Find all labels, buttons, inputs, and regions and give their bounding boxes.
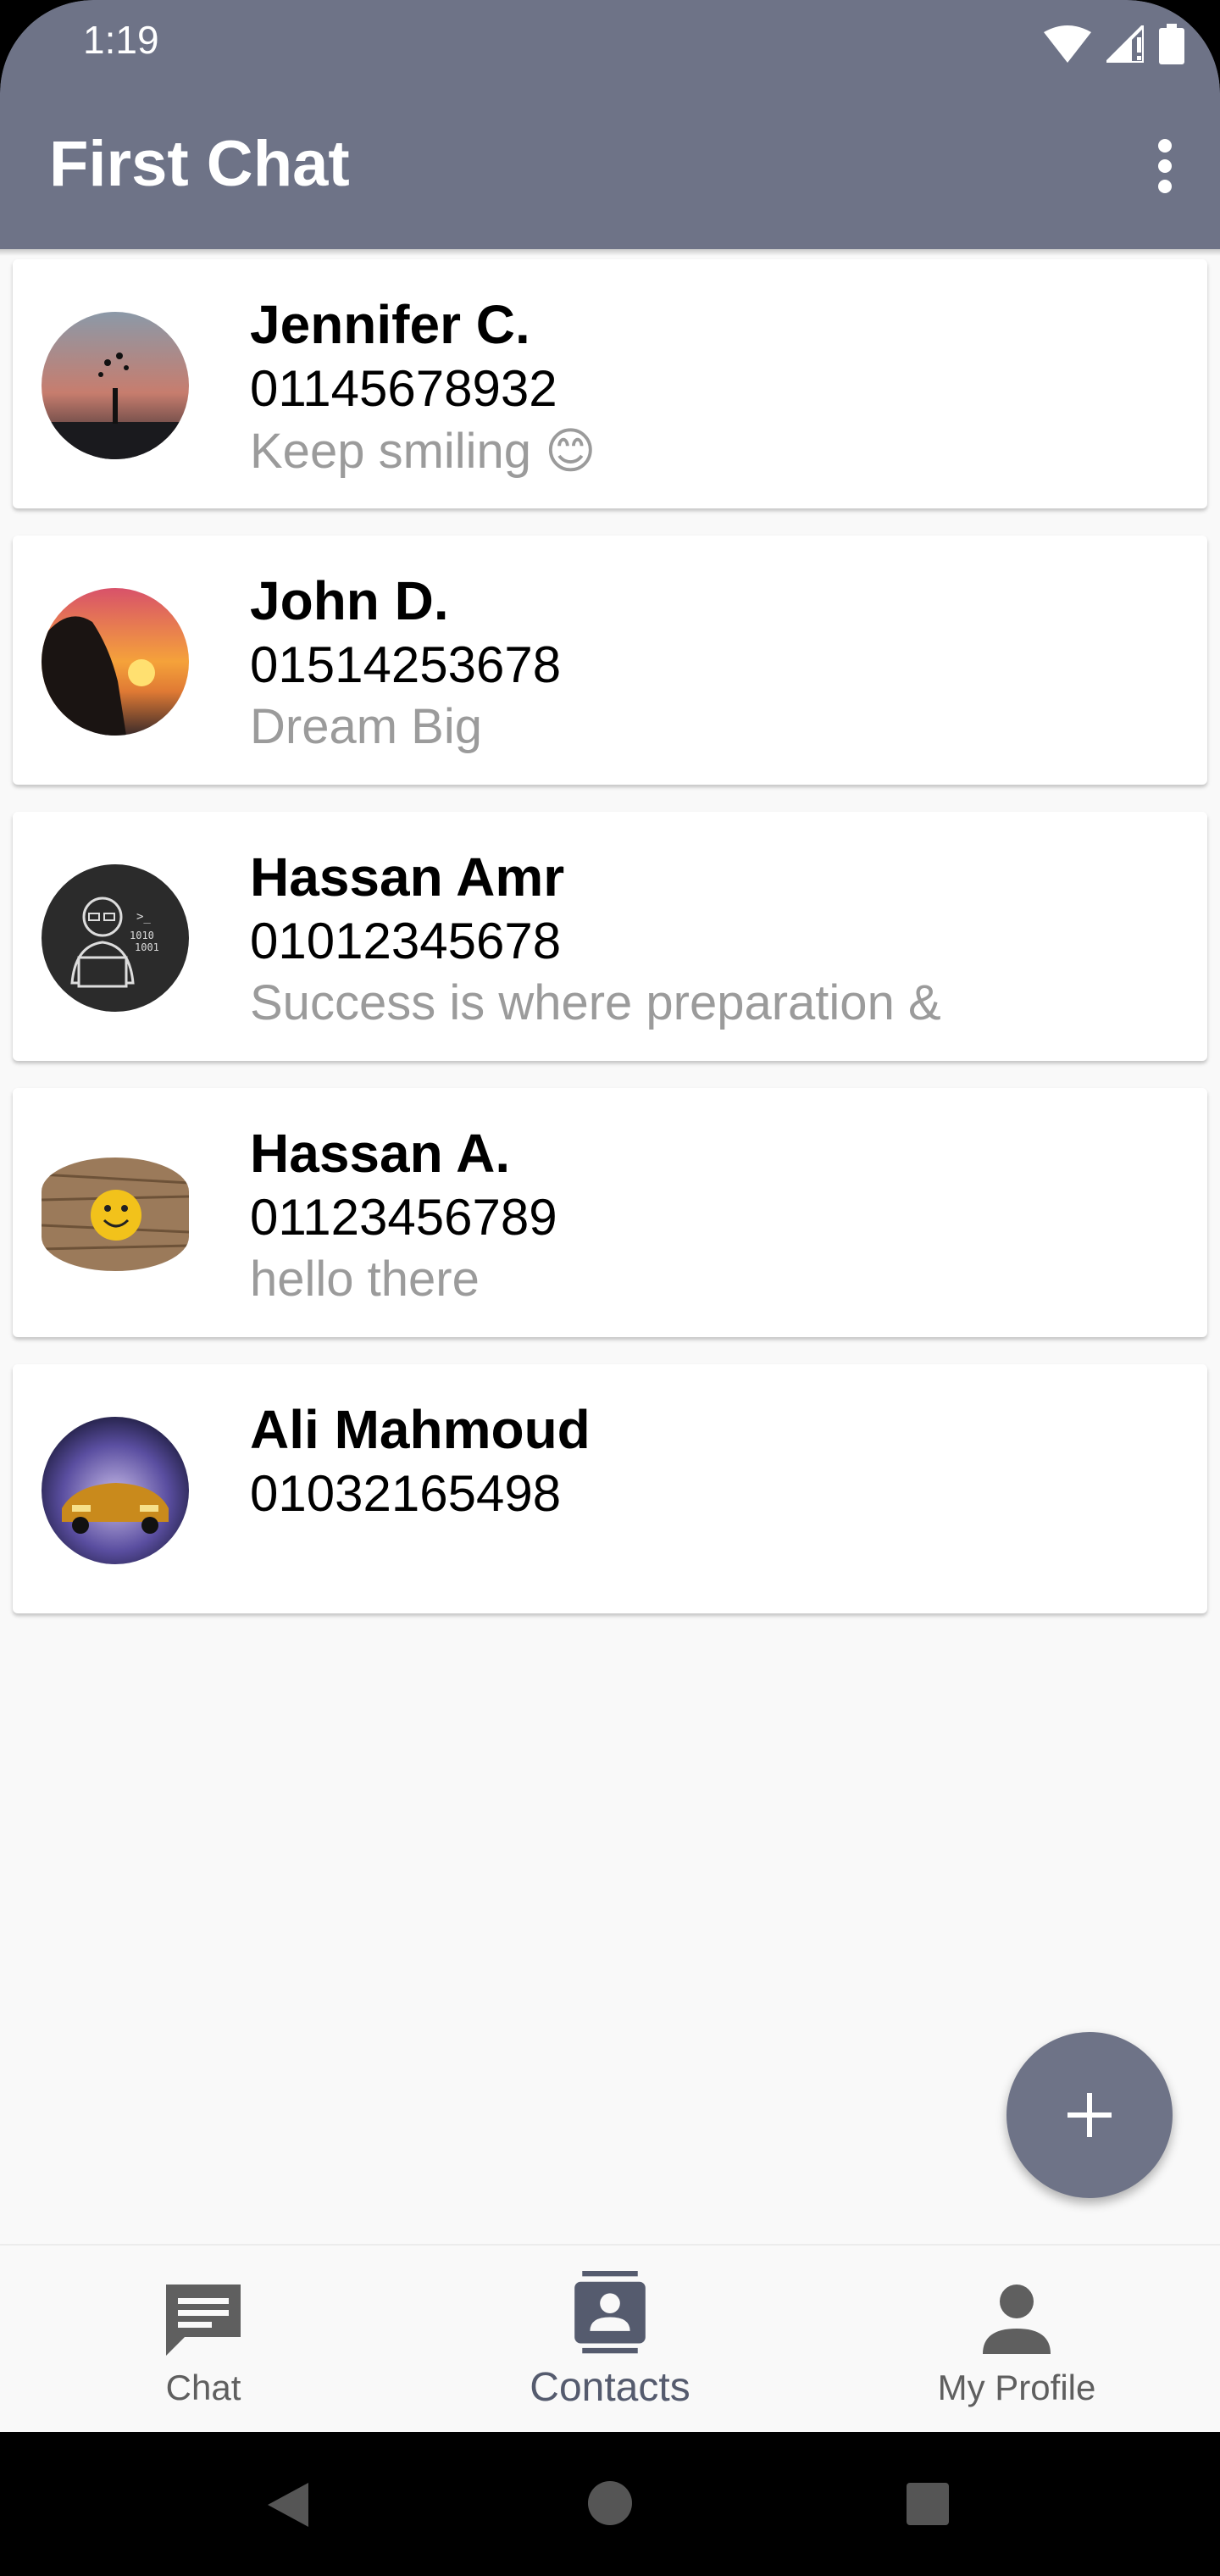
contact-card[interactable]: >_ 1010 1001 Hassan Amr 01012345678 Succ… bbox=[13, 812, 1207, 1061]
plus-icon-stroke bbox=[1087, 2093, 1092, 2137]
avatar bbox=[42, 1158, 189, 1271]
nav-profile[interactable]: My Profile bbox=[813, 2246, 1220, 2434]
bottom-navigation: Chat Contacts My Profile bbox=[0, 2244, 1220, 2434]
contact-list: Jennifer C. 01145678932 Keep smiling 😊 J… bbox=[0, 249, 1220, 2244]
contact-phone: 01145678932 bbox=[250, 360, 557, 417]
contact-name: Ali Mahmoud bbox=[250, 1399, 591, 1460]
avatar bbox=[42, 588, 189, 736]
nav-profile-label: My Profile bbox=[937, 2368, 1096, 2407]
nav-chat-label: Chat bbox=[165, 2368, 241, 2407]
nav-contacts-label: Contacts bbox=[530, 2365, 690, 2410]
app-bar-shadow bbox=[0, 249, 1220, 256]
back-icon[interactable] bbox=[264, 2479, 312, 2530]
contact-status: hello there bbox=[250, 1252, 480, 1307]
status-icons bbox=[1044, 22, 1184, 66]
home-icon[interactable] bbox=[586, 2479, 634, 2527]
contact-status: Dream Big bbox=[250, 699, 482, 754]
contact-card[interactable]: Ali Mahmoud 01032165498 bbox=[13, 1364, 1207, 1613]
contact-name: Hassan Amr bbox=[250, 847, 565, 908]
contact-phone: 01514253678 bbox=[250, 636, 562, 693]
avatar bbox=[42, 1417, 189, 1564]
app-title: First Chat bbox=[49, 128, 350, 200]
contact-status: Success is where preparation & bbox=[250, 975, 941, 1030]
nav-chat[interactable]: Chat bbox=[0, 2246, 407, 2434]
contact-card[interactable]: Hassan A. 01123456789 hello there bbox=[13, 1088, 1207, 1337]
recents-icon[interactable] bbox=[905, 2481, 951, 2527]
contact-name: John D. bbox=[250, 570, 449, 631]
avatar: >_ 1010 1001 bbox=[42, 864, 189, 1012]
svg-text:>_: >_ bbox=[136, 910, 151, 924]
chat-icon bbox=[166, 2285, 241, 2356]
status-time: 1:19 bbox=[83, 18, 159, 62]
contact-name: Jennifer C. bbox=[250, 294, 530, 355]
contact-status: Keep smiling 😊 bbox=[250, 424, 596, 479]
person-icon bbox=[983, 2285, 1051, 2354]
contact-card[interactable]: Jennifer C. 01145678932 Keep smiling 😊 bbox=[13, 259, 1207, 508]
dot-icon bbox=[1158, 159, 1172, 173]
app-bar: 1:19 First Chat bbox=[0, 0, 1220, 249]
dot-icon bbox=[1158, 139, 1172, 153]
contact-name: Hassan A. bbox=[250, 1123, 511, 1184]
dot-icon bbox=[1158, 180, 1172, 193]
avatar bbox=[42, 312, 189, 459]
battery-icon bbox=[1159, 24, 1184, 64]
overflow-menu-button[interactable] bbox=[1156, 139, 1174, 193]
signal-icon bbox=[1106, 25, 1144, 63]
nav-contacts[interactable]: Contacts bbox=[407, 2246, 813, 2434]
contact-card[interactable]: John D. 01514253678 Dream Big bbox=[13, 536, 1207, 785]
contact-phone: 01012345678 bbox=[250, 913, 562, 969]
contact-phone: 01032165498 bbox=[250, 1465, 562, 1522]
svg-text:1010: 1010 bbox=[130, 930, 154, 941]
system-navigation-bar bbox=[0, 2432, 1220, 2576]
svg-text:1001: 1001 bbox=[135, 941, 159, 953]
phone-screen: 1:19 First Chat Jennifer C. 01145678932 … bbox=[0, 0, 1220, 2576]
contacts-icon bbox=[574, 2271, 646, 2354]
wifi-icon bbox=[1044, 25, 1091, 63]
contact-phone: 01123456789 bbox=[250, 1189, 557, 1246]
add-contact-button[interactable] bbox=[1006, 2032, 1173, 2198]
